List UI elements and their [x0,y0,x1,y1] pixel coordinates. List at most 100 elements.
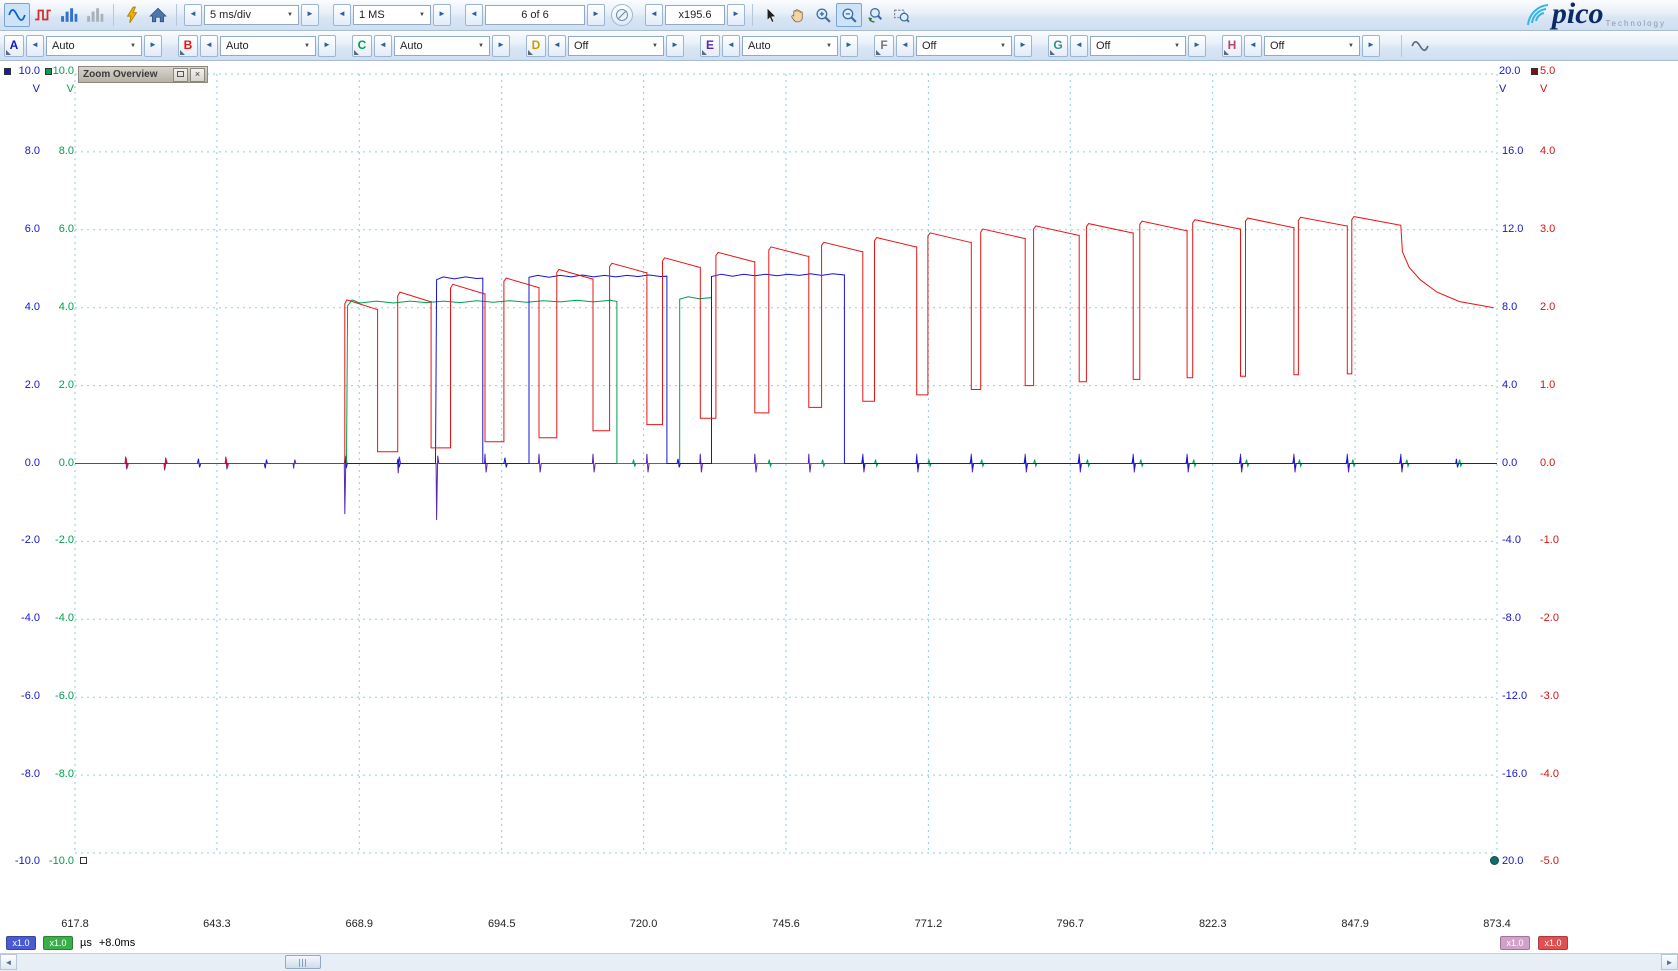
samples-next-button[interactable]: ► [433,4,451,26]
persistence-mode-button[interactable] [30,3,56,27]
channel-e-range-prev-button[interactable]: ◄ [722,34,740,57]
channel-a-axis-marker[interactable] [4,68,11,75]
scrollbar-thumb[interactable] [285,955,321,969]
axis-tick-label: -16.0 [1502,768,1528,781]
channel-h-button[interactable]: H [1222,34,1242,57]
scroll-left-button[interactable]: ◄ [0,954,17,970]
channel-c-range-prev-button[interactable]: ◄ [374,34,392,57]
hand-tool-button[interactable] [784,3,810,27]
zoom-out-tool-button[interactable] [836,3,862,27]
scroll-right-button[interactable]: ► [1661,954,1678,970]
axis-tick-label: 4.0 [58,300,74,313]
channel-d-button[interactable]: D [526,34,546,57]
horizontal-scrollbar[interactable]: ◄ ► [0,953,1678,971]
axis-tick-label: 0.0 [24,456,40,469]
axis-tick-label: 5.0 [1540,65,1556,77]
channel-d-range-next-button[interactable]: ► [666,34,684,57]
channel-d-range-select[interactable]: Off ▼ [568,35,664,56]
timebase-next-button[interactable]: ► [301,4,319,26]
channel-g-range-value: Off [1096,39,1111,52]
waveform-canvas[interactable] [0,61,1678,915]
timebase-select[interactable]: 5 ms/div ▼ [204,5,299,25]
channel-e-range-next-button[interactable]: ► [840,34,858,57]
popout-icon[interactable] [173,67,188,82]
channel-c-axis-marker[interactable] [45,68,52,75]
samples-prev-button[interactable]: ◄ [333,4,351,26]
zoom-factor-prev-button[interactable]: ◄ [645,4,663,26]
marquee-zoom-icon [893,9,910,23]
zoom-overview-window[interactable]: Zoom Overview × [78,66,208,83]
spectrum-mode-button[interactable] [56,3,82,27]
channel-e-axis-marker[interactable] [1490,856,1499,865]
close-icon[interactable]: × [190,67,205,82]
cursor-arrow-icon [766,6,776,23]
buffer-next-button[interactable]: ► [587,4,605,26]
channel-f-range-prev-button[interactable]: ◄ [896,34,914,57]
channel-e-range-select[interactable]: Auto ▼ [742,35,838,56]
channel-a-range-next-button[interactable]: ► [144,34,162,57]
axis-zoom-badge-b[interactable]: x1.0 [1538,936,1568,950]
scrollbar-track[interactable] [17,954,1661,971]
zoom-to-selection-button[interactable] [888,3,914,27]
home-settings-button[interactable] [145,3,171,27]
axis-tick-label: 6.0 [58,222,74,235]
channel-f-range-next-button[interactable]: ► [1014,34,1032,57]
axis-tick-label: 2.0 [1540,300,1556,313]
channel-b-range-prev-button[interactable]: ◄ [200,34,218,57]
x-axis-tick-label: 873.4 [1483,918,1511,930]
buffer-navigator-button[interactable] [611,4,633,26]
chevron-down-icon: ▼ [652,42,658,49]
channel-c-range-select[interactable]: Auto ▼ [394,35,490,56]
sine-wave-icon [8,9,26,21]
channel-h-range-next-button[interactable]: ► [1362,34,1380,57]
axis-zoom-badge-a[interactable]: x1.0 [6,936,36,950]
channel-c-button[interactable]: C [352,34,372,57]
channel-b-range-select[interactable]: Auto ▼ [220,35,316,56]
channel-b-group: B ◄ Auto ▼ ► [178,34,338,57]
waveform-view[interactable]: Zoom Overview × 8.0 6.0 4.0 2.0 0.0 -2.0 -4.0-… [0,61,1678,915]
app-window: ◄ 5 ms/div ▼ ► ◄ 1 MS ▼ ► ◄ 6 of 6 ► ◄ x… [0,0,1678,971]
chevron-down-icon: ▼ [304,42,310,49]
x-axis-offset: +8.0ms [98,937,136,949]
buffer-prev-button[interactable]: ◄ [465,4,483,26]
axis-tick-label: 6.0 [24,222,40,235]
channel-g-range-prev-button[interactable]: ◄ [1070,34,1088,57]
chevron-down-icon: ▼ [478,42,484,49]
channel-g-range-select[interactable]: Off ▼ [1090,35,1186,56]
channel-b-range-next-button[interactable]: ► [318,34,336,57]
undo-zoom-button[interactable] [862,3,888,27]
channel-d-range-prev-button[interactable]: ◄ [548,34,566,57]
xy-mode-button[interactable] [82,3,108,27]
channel-g-range-next-button[interactable]: ► [1188,34,1206,57]
channel-f-range-select[interactable]: Off ▼ [916,35,1012,56]
channel-c-range-next-button[interactable]: ► [492,34,510,57]
samples-select[interactable]: 1 MS ▼ [353,5,431,25]
zoom-factor-next-button[interactable]: ► [727,4,745,26]
auto-setup-button[interactable] [119,3,145,27]
axis-tick-label: 8.0 [58,144,74,157]
channel-b-button[interactable]: B [178,34,198,57]
channel-e-button[interactable]: E [700,34,720,57]
x-axis-tick-label: 643.3 [203,918,231,930]
pointer-tool-button[interactable] [758,3,784,27]
channel-c-menu-corner-icon [354,49,359,55]
timebase-prev-button[interactable]: ◄ [184,4,202,26]
axis-zoom-badge-e[interactable]: x1.0 [1500,936,1530,950]
channel-f-button[interactable]: F [874,34,894,57]
axis-tick-label: -8.0 [1502,612,1521,625]
channel-g-button[interactable]: G [1048,34,1068,57]
zoom-factor-display: x195.6 [665,5,725,25]
zoom-in-tool-button[interactable] [810,3,836,27]
channel-b-axis-marker[interactable] [1531,68,1538,75]
signal-generator-button[interactable] [1407,34,1433,58]
scope-mode-button[interactable] [4,3,30,27]
channel-h-range-select[interactable]: Off ▼ [1264,35,1360,56]
channel-h-range-prev-button[interactable]: ◄ [1244,34,1262,57]
axis-tick-label: 4.0 [1502,378,1518,391]
channel-a-button[interactable]: A [4,34,24,57]
channel-a-range-select[interactable]: Auto ▼ [46,35,142,56]
axis-zoom-badge-c[interactable]: x1.0 [43,936,73,950]
channel-h-range-value: Off [1270,39,1285,52]
channel-a-range-prev-button[interactable]: ◄ [26,34,44,57]
axis-offset-handle[interactable] [80,857,87,864]
